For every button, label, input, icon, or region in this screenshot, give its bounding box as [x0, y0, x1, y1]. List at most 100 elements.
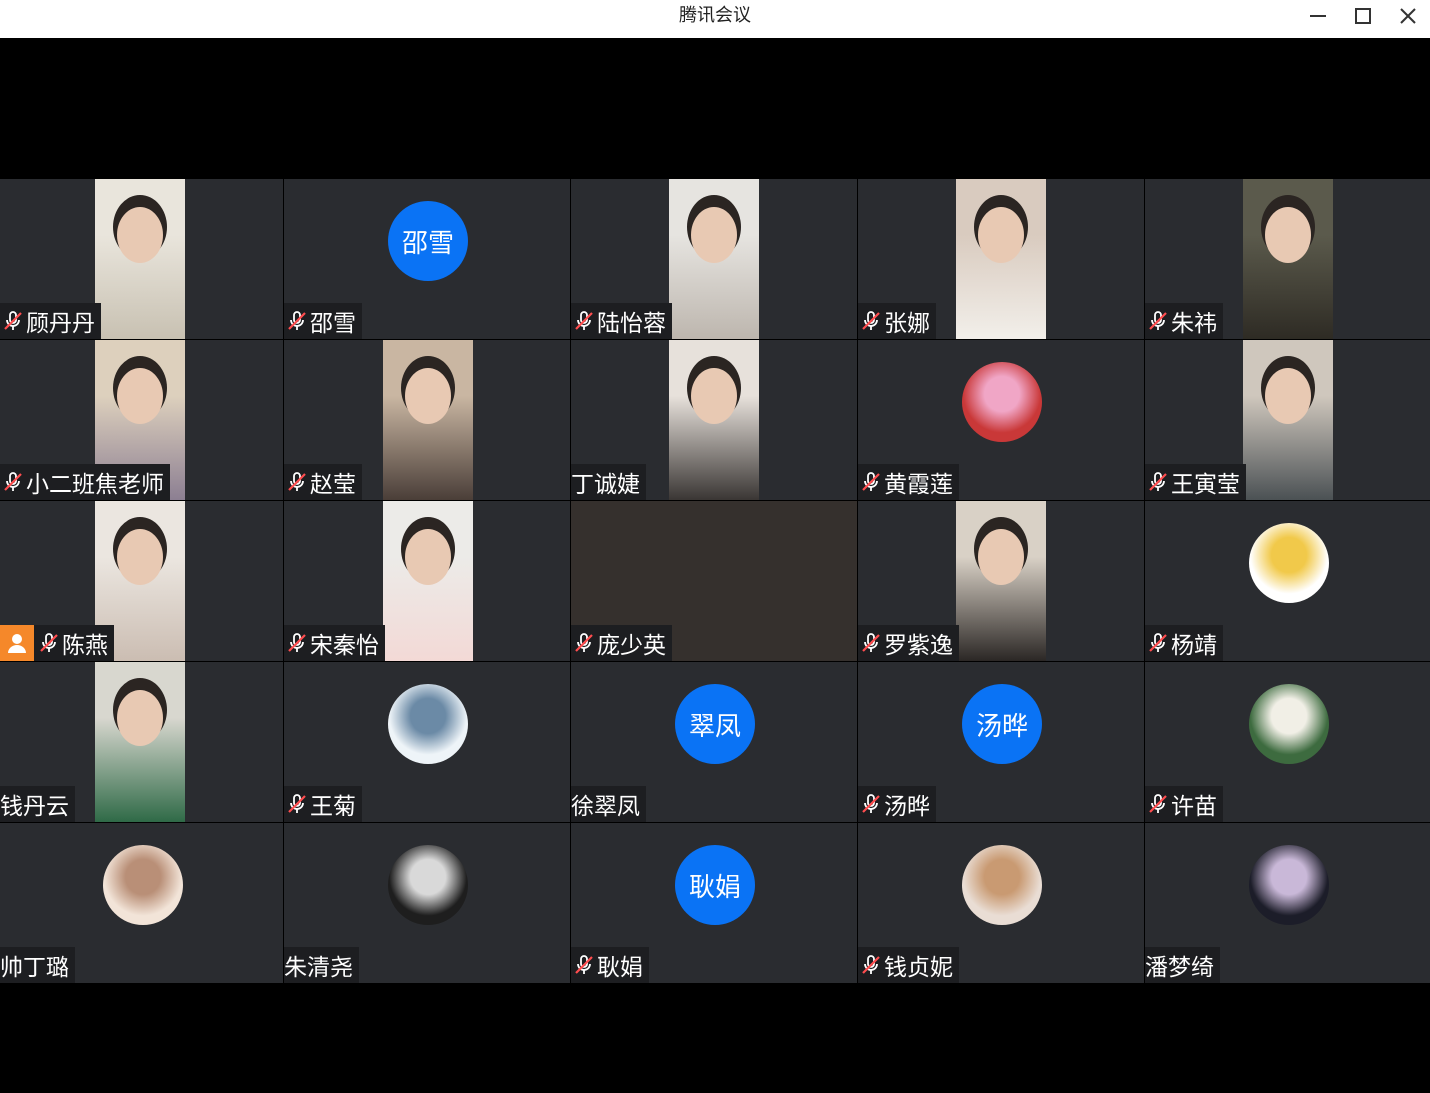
participant-profile-avatar	[962, 845, 1042, 925]
mic-muted-icon	[862, 472, 880, 491]
mic-muted-icon	[862, 794, 880, 813]
participant-tile[interactable]: 潘梦绮	[1145, 823, 1430, 983]
mic-muted-icon	[288, 311, 306, 330]
participant-name-tag: 丁诚婕	[571, 464, 646, 500]
participant-tile[interactable]: 黄霞莲	[858, 340, 1144, 500]
participant-name: 黄霞莲	[884, 472, 953, 498]
mic-muted-icon	[288, 794, 306, 813]
participant-face	[691, 368, 737, 424]
participant-name-tag: 邵雪	[284, 303, 362, 339]
participant-tile[interactable]: 许苗	[1145, 662, 1430, 822]
participant-tile[interactable]: 罗紫逸	[858, 501, 1144, 661]
participant-tile[interactable]: 杨靖	[1145, 501, 1430, 661]
mic-muted-icon	[4, 311, 22, 330]
participant-tile[interactable]: 张娜	[858, 179, 1144, 339]
participant-name: 耿娟	[597, 955, 643, 981]
participant-name-tag: 顾丹丹	[0, 303, 101, 339]
participant-tile[interactable]: 宋秦怡	[284, 501, 570, 661]
participant-name-tag: 小二班焦老师	[0, 464, 170, 500]
participant-name: 王菊	[310, 794, 356, 820]
participant-name-tag: 钱贞妮	[858, 947, 959, 983]
window-title: 腾讯会议	[679, 5, 751, 26]
participant-name-tag: 庞少英	[571, 625, 672, 661]
participant-initials-avatar: 耿娟	[675, 845, 755, 925]
participant-tile[interactable]: 翠凤徐翠凤	[571, 662, 857, 822]
participant-name-tag: 陈燕	[0, 625, 114, 661]
participant-tile[interactable]: 帅丁璐	[0, 823, 283, 983]
participant-profile-avatar	[1249, 684, 1329, 764]
mic-muted-icon	[40, 633, 58, 652]
participant-name: 潘梦绮	[1145, 955, 1214, 981]
participant-name: 钱丹云	[0, 794, 69, 820]
minimize-button[interactable]	[1300, 2, 1336, 30]
participant-name-tag: 黄霞莲	[858, 464, 959, 500]
participant-name: 赵莹	[310, 472, 356, 498]
participant-video	[956, 179, 1046, 339]
mic-muted-icon	[862, 955, 880, 974]
participant-video	[383, 340, 473, 500]
participant-face	[117, 368, 163, 424]
participant-face	[978, 207, 1024, 263]
host-icon	[0, 625, 34, 661]
participant-name: 张娜	[884, 311, 930, 337]
participant-name-tag: 汤晔	[858, 786, 936, 822]
participant-tile[interactable]: 庞少英	[571, 501, 857, 661]
participant-tile[interactable]: 钱丹云	[0, 662, 283, 822]
participant-tile[interactable]: 陈燕	[0, 501, 283, 661]
close-button[interactable]	[1390, 2, 1426, 30]
participant-tile[interactable]: 王菊	[284, 662, 570, 822]
mic-muted-icon	[575, 633, 593, 652]
participant-video	[956, 501, 1046, 661]
participant-tile[interactable]: 耿娟 耿娟	[571, 823, 857, 983]
participant-name-tag: 钱丹云	[0, 786, 75, 822]
participant-name-tag: 潘梦绮	[1145, 947, 1220, 983]
participant-tile[interactable]: 朱祎	[1145, 179, 1430, 339]
participant-name-tag: 赵莹	[284, 464, 362, 500]
minimize-icon	[1310, 15, 1326, 17]
participant-tile[interactable]: 赵莹	[284, 340, 570, 500]
participant-profile-avatar	[388, 845, 468, 925]
participant-initials-avatar: 邵雪	[388, 201, 468, 281]
participant-face	[1265, 207, 1311, 263]
participant-video-grid: 顾丹丹 邵雪 邵雪 陆怡蓉 张娜 朱祎 小二班焦老师 赵莹 丁诚婕 黄霞莲 王寅莹 陈燕 宋秦怡 庞少英罗…	[0, 179, 1430, 983]
participant-name: 钱贞妮	[884, 955, 953, 981]
participant-initials-avatar: 汤晔	[962, 684, 1042, 764]
participant-name-tag: 宋秦怡	[284, 625, 385, 661]
participant-name: 朱清尧	[284, 955, 353, 981]
participant-name: 顾丹丹	[26, 311, 95, 337]
participant-profile-avatar	[103, 845, 183, 925]
participant-tile[interactable]: 朱清尧	[284, 823, 570, 983]
participant-tile[interactable]: 邵雪 邵雪	[284, 179, 570, 339]
participant-name: 杨靖	[1171, 633, 1217, 659]
participant-name: 宋秦怡	[310, 633, 379, 659]
participant-tile[interactable]: 王寅莹	[1145, 340, 1430, 500]
participant-tile[interactable]: 顾丹丹	[0, 179, 283, 339]
participant-name-tag: 徐翠凤	[571, 786, 646, 822]
participant-tile[interactable]: 陆怡蓉	[571, 179, 857, 339]
participant-face	[405, 368, 451, 424]
participant-video	[1243, 179, 1333, 339]
participant-video	[95, 179, 185, 339]
participant-tile[interactable]: 小二班焦老师	[0, 340, 283, 500]
participant-name: 许苗	[1171, 794, 1217, 820]
participant-name: 徐翠凤	[571, 794, 640, 820]
participant-profile-avatar	[1249, 845, 1329, 925]
participant-face	[117, 529, 163, 585]
participant-tile[interactable]: 汤晔 汤晔	[858, 662, 1144, 822]
participant-name-tag: 耿娟	[571, 947, 649, 983]
participant-name-tag: 王寅莹	[1145, 464, 1246, 500]
participant-name-tag: 张娜	[858, 303, 936, 339]
participant-name-tag: 许苗	[1145, 786, 1223, 822]
participant-profile-avatar	[962, 362, 1042, 442]
participant-tile[interactable]: 钱贞妮	[858, 823, 1144, 983]
participant-video	[669, 340, 759, 500]
participant-name-tag: 罗紫逸	[858, 625, 959, 661]
mic-muted-icon	[1149, 472, 1167, 491]
participant-tile[interactable]: 丁诚婕	[571, 340, 857, 500]
maximize-button[interactable]	[1345, 2, 1381, 30]
participant-name: 庞少英	[597, 633, 666, 659]
participant-name: 丁诚婕	[571, 472, 640, 498]
participant-name: 王寅莹	[1171, 472, 1240, 498]
participant-profile-avatar	[1249, 523, 1329, 603]
participant-initials-avatar: 翠凤	[675, 684, 755, 764]
